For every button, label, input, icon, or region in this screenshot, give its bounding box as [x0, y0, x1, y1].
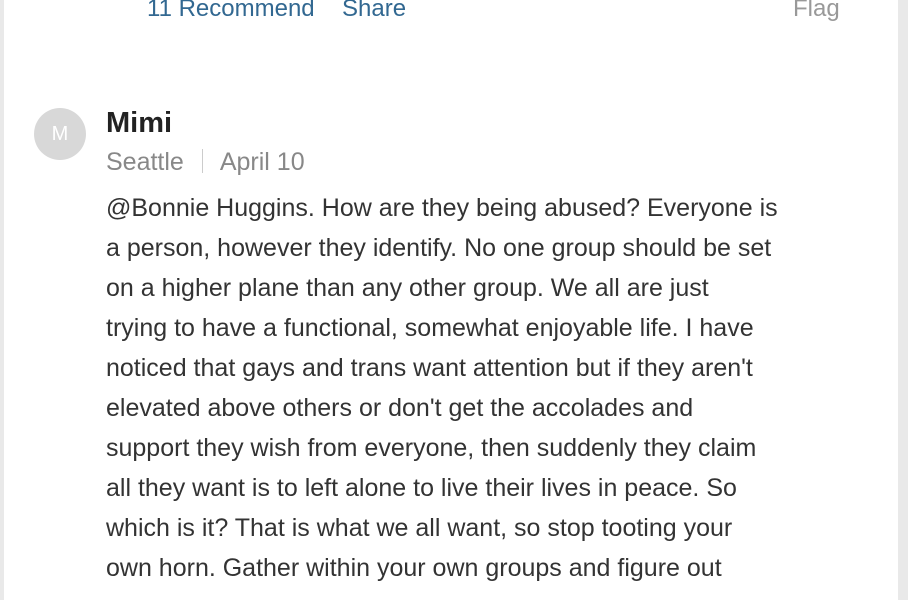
flag-button[interactable]: Flag — [793, 0, 840, 24]
comment-body-line: a person, however they identify. No one … — [106, 234, 772, 262]
comment-author[interactable]: Mimi — [106, 106, 172, 140]
comment-body-line: on a higher plane than any other group. … — [106, 274, 709, 302]
comment-body-line: @Bonnie Huggins. How are they being abus… — [106, 194, 778, 222]
comment-body-line: own horn. Gather within your own groups … — [106, 554, 722, 582]
scrollbar-track[interactable] — [898, 0, 908, 600]
comment-body-line: all they want is to left alone to live t… — [106, 474, 737, 502]
comment-location: Seattle — [106, 148, 184, 176]
comment-body-line: support they wish from everyone, then su… — [106, 434, 757, 462]
comment-body-line: elevated above others or don't get the a… — [106, 394, 694, 422]
comment-body-line: which is it? That is what we all want, s… — [106, 514, 733, 542]
share-button[interactable]: Share — [342, 0, 406, 24]
recommend-button[interactable]: 11 Recommend — [147, 0, 315, 24]
avatar: M — [34, 108, 86, 160]
previous-comment-actions: 11 Recommend Share Flag — [0, 0, 898, 28]
comment-date: April 10 — [219, 148, 305, 176]
meta-divider — [201, 149, 203, 173]
comment-body-line: noticed that gays and trans want attenti… — [106, 354, 753, 382]
comment-body: @Bonnie Huggins. How are they being abus… — [106, 188, 831, 588]
comment-body-line: trying to have a functional, somewhat en… — [106, 314, 754, 342]
comment-meta: Seattle April 10 — [106, 146, 305, 178]
left-page-edge — [0, 0, 4, 600]
